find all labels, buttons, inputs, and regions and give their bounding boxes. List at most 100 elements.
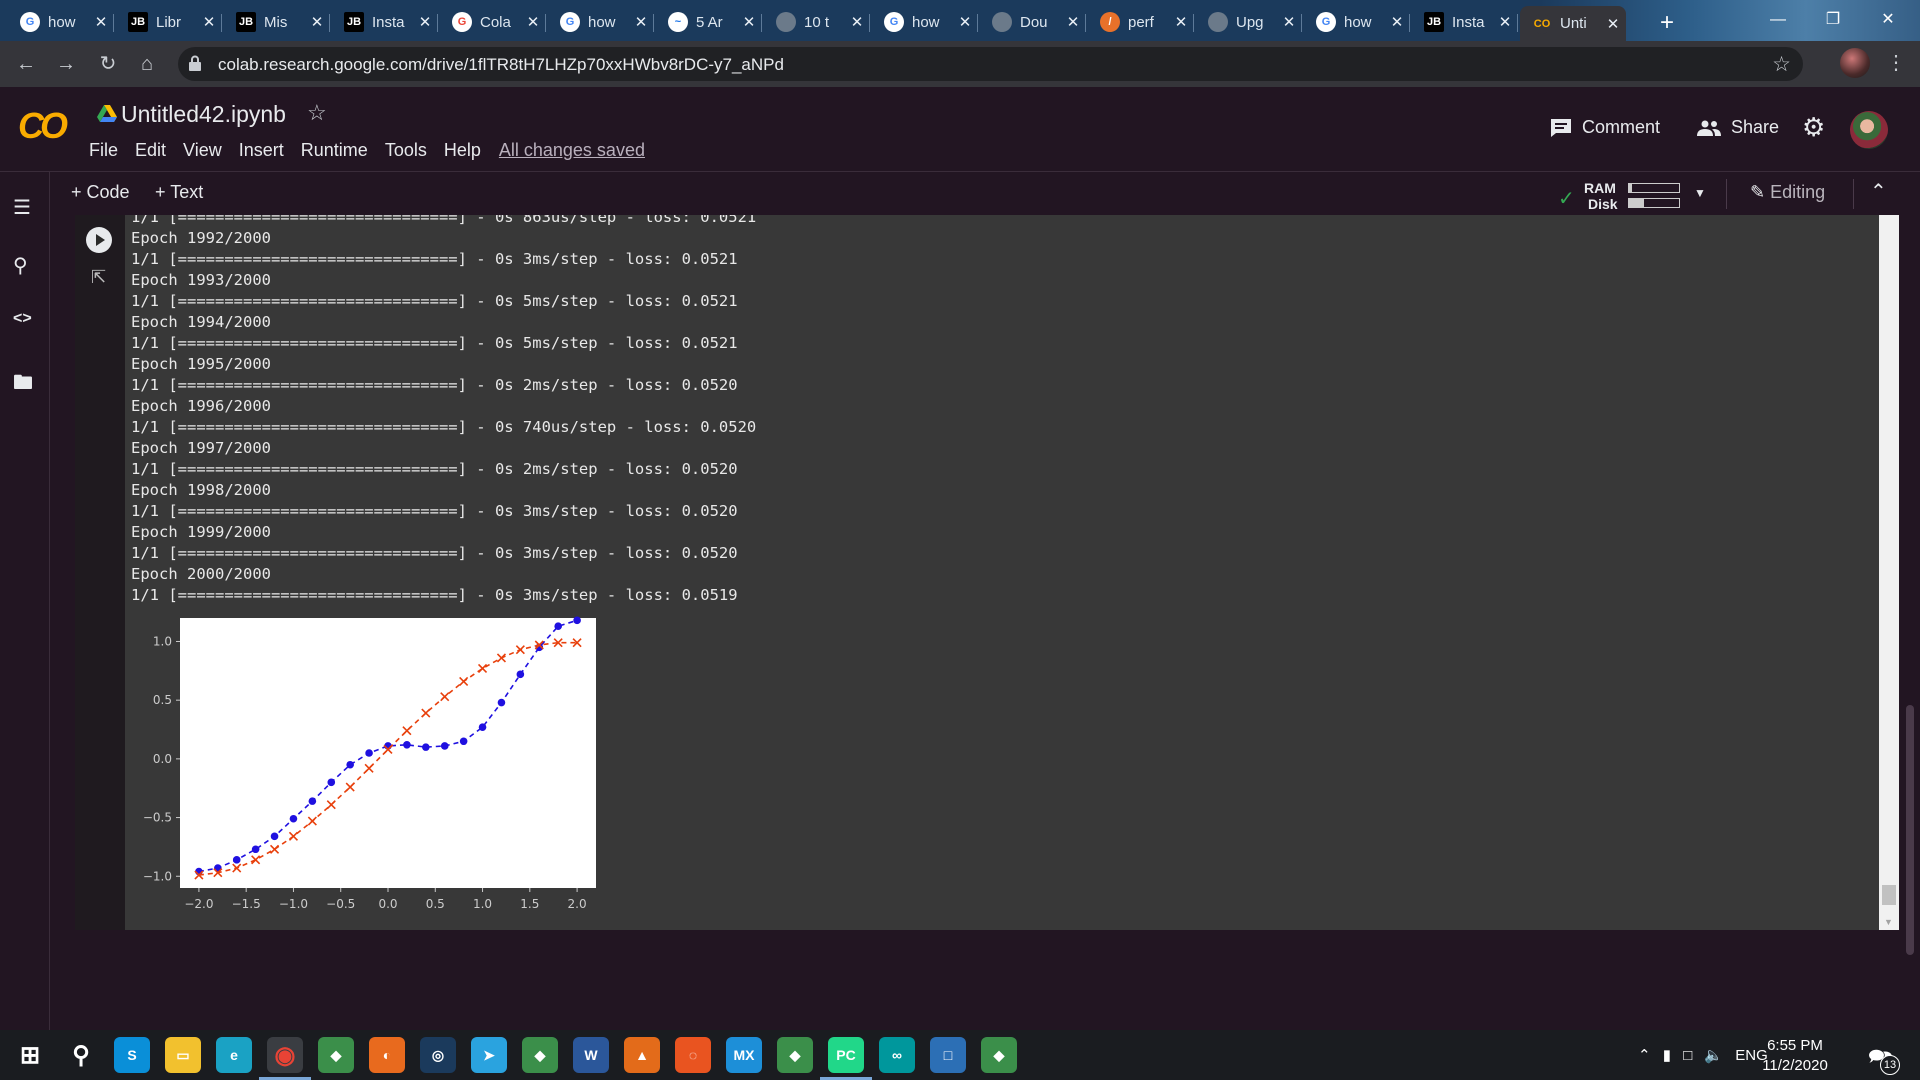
share-button[interactable]: Share	[1697, 117, 1779, 138]
close-tab-icon[interactable]: ✕	[1174, 13, 1188, 31]
browser-tab[interactable]: ~5 Ar ✕	[656, 6, 762, 38]
code-cell[interactable]: ⇱ 1/1 [==============================] -…	[75, 215, 1899, 930]
browser-tab[interactable]: JB Mis ✕	[224, 6, 330, 38]
ubuntu-icon[interactable]: ◌	[675, 1037, 711, 1073]
network-icon[interactable]: □	[1683, 1047, 1692, 1064]
chevron-up-icon[interactable]: ⌃	[1638, 1047, 1651, 1064]
app-icon[interactable]: ◆	[981, 1037, 1017, 1073]
edge-icon[interactable]: e	[216, 1037, 252, 1073]
menu-file[interactable]: File	[89, 140, 118, 161]
browser-tab[interactable]: Ghow ✕	[8, 6, 114, 38]
browser-tab[interactable]: 10 t ✕	[764, 6, 870, 38]
new-tab-button[interactable]: +	[1653, 10, 1681, 38]
menu-insert[interactable]: Insert	[239, 140, 284, 161]
menu-edit[interactable]: Edit	[135, 140, 166, 161]
battery-icon[interactable]: ▮	[1663, 1047, 1671, 1064]
app-icon[interactable]: ◆	[777, 1037, 813, 1073]
clock[interactable]: 6:55 PM 11/2/2020	[1760, 1036, 1830, 1076]
profile-avatar[interactable]	[1840, 48, 1870, 78]
address-bar[interactable]: colab.research.google.com/drive/1flTR8tH…	[178, 47, 1803, 81]
close-tab-icon[interactable]: ✕	[526, 13, 540, 31]
app-icon[interactable]: ◆	[318, 1037, 354, 1073]
skype-icon[interactable]: S	[114, 1037, 150, 1073]
firefox-icon[interactable]: ◐	[369, 1037, 405, 1073]
menu-view[interactable]: View	[183, 140, 222, 161]
close-window-button[interactable]: ✕	[1865, 6, 1911, 34]
browser-tab[interactable]: JB Insta ✕	[332, 6, 438, 38]
arduino-icon[interactable]: ∞	[879, 1037, 915, 1073]
editing-mode-button[interactable]: ✎ Editing	[1750, 182, 1825, 203]
close-tab-icon[interactable]: ✕	[1282, 13, 1296, 31]
browser-tab[interactable]: JB Libr ✕	[116, 6, 222, 38]
code-snippets-icon[interactable]: <>	[13, 310, 32, 328]
pycharm-icon[interactable]: PC	[828, 1037, 864, 1073]
browser-menu-icon[interactable]: ⋮	[1886, 50, 1906, 75]
settings-gear-icon[interactable]: ⚙	[1802, 112, 1825, 143]
user-avatar[interactable]	[1850, 111, 1888, 149]
menu-tools[interactable]: Tools	[385, 140, 427, 161]
colab-logo[interactable]: CO	[18, 105, 68, 147]
bookmark-star-icon[interactable]: ☆	[1772, 52, 1791, 77]
table-of-contents-icon[interactable]: ☰	[13, 195, 31, 220]
output-options-icon[interactable]: ⇱	[91, 267, 106, 288]
file-explorer-icon[interactable]: ▭	[165, 1037, 201, 1073]
scroll-down-arrow-icon[interactable]: ▼	[1884, 917, 1893, 927]
telegram-icon[interactable]: ➤	[471, 1037, 507, 1073]
scrollbar-thumb[interactable]	[1882, 885, 1896, 905]
reload-button[interactable]: ↻	[94, 50, 122, 78]
close-tab-icon[interactable]: ✕	[310, 13, 324, 31]
windows-start-icon[interactable]: ⊞	[12, 1037, 48, 1073]
save-status-link[interactable]: All changes saved	[499, 140, 645, 161]
close-tab-icon[interactable]: ✕	[850, 13, 864, 31]
close-tab-icon[interactable]: ✕	[94, 13, 108, 31]
virtualbox-icon[interactable]: □	[930, 1037, 966, 1073]
close-tab-icon[interactable]: ✕	[958, 13, 972, 31]
run-cell-button[interactable]	[86, 227, 112, 253]
ram-disk-indicator[interactable]: ✓ RAM Disk ▼	[1558, 180, 1708, 212]
app-icon[interactable]: ◆	[522, 1037, 558, 1073]
close-tab-icon[interactable]: ✕	[418, 13, 432, 31]
browser-tab[interactable]: Ghow ✕	[1304, 6, 1410, 38]
notebook-title[interactable]: Untitled42.ipynb	[121, 101, 286, 128]
browser-tab[interactable]: Ghow ✕	[872, 6, 978, 38]
menu-help[interactable]: Help	[444, 140, 481, 161]
browser-tab[interactable]: / perf ✕	[1088, 6, 1194, 38]
browser-tab[interactable]: Upg ✕	[1196, 6, 1302, 38]
browser-tab[interactable]: G Cola ✕	[440, 6, 546, 38]
word-icon[interactable]: W	[573, 1037, 609, 1073]
browser-tab[interactable]: JB Insta ✕	[1412, 6, 1518, 38]
browser-tab[interactable]: Dou ✕	[980, 6, 1086, 38]
comment-button[interactable]: Comment	[1550, 117, 1660, 138]
chrome-icon[interactable]: ◉	[267, 1037, 303, 1073]
browser-tab[interactable]: CO Unti ✕	[1520, 6, 1626, 41]
mx-icon[interactable]: MX	[726, 1037, 762, 1073]
add-text-button[interactable]: + Text	[155, 182, 203, 203]
browser-tab[interactable]: Ghow ✕	[548, 6, 654, 38]
close-tab-icon[interactable]: ✕	[1606, 15, 1620, 33]
volume-icon[interactable]: 🔈	[1704, 1047, 1723, 1064]
search-icon[interactable]: ⚲	[13, 253, 28, 278]
close-tab-icon[interactable]: ✕	[1498, 13, 1512, 31]
page-scrollbar[interactable]	[1902, 215, 1920, 1030]
chevron-up-icon[interactable]: ⌃	[1870, 179, 1887, 204]
forward-button[interactable]: →	[52, 50, 80, 78]
search-icon[interactable]: ⚲	[63, 1037, 99, 1073]
page-scrollbar-thumb[interactable]	[1906, 705, 1914, 955]
close-tab-icon[interactable]: ✕	[202, 13, 216, 31]
steam-icon[interactable]: ◎	[420, 1037, 456, 1073]
back-button[interactable]: ←	[12, 50, 40, 78]
close-tab-icon[interactable]: ✕	[1066, 13, 1080, 31]
output-scrollbar[interactable]: ▼	[1879, 215, 1899, 930]
runtime-dropdown-icon[interactable]: ▼	[1694, 186, 1706, 200]
folder-icon[interactable]: 🖿	[13, 368, 33, 402]
close-tab-icon[interactable]: ✕	[634, 13, 648, 31]
star-icon[interactable]: ☆	[307, 100, 327, 126]
menu-runtime[interactable]: Runtime	[301, 140, 368, 161]
matlab-icon[interactable]: ▲	[624, 1037, 660, 1073]
add-code-button[interactable]: + Code	[71, 182, 130, 203]
maximize-button[interactable]: ❐	[1810, 6, 1856, 34]
minimize-button[interactable]: —	[1755, 6, 1801, 34]
close-tab-icon[interactable]: ✕	[742, 13, 756, 31]
home-button[interactable]: ⌂	[133, 50, 161, 78]
close-tab-icon[interactable]: ✕	[1390, 13, 1404, 31]
